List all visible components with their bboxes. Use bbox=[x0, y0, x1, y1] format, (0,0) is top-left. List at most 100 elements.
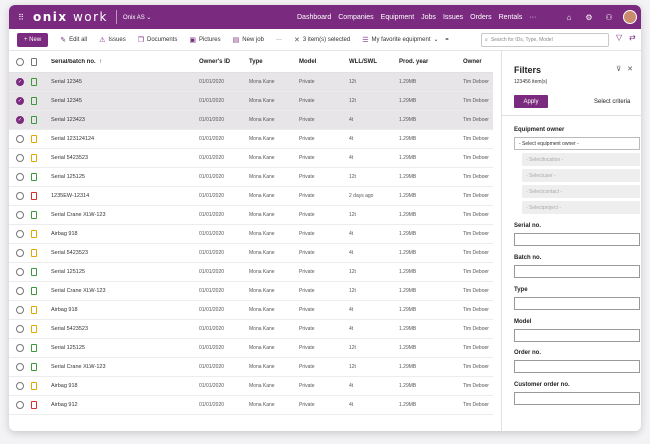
document-status-icon[interactable] bbox=[31, 230, 51, 238]
edit-all-button[interactable]: ✎ Edit all bbox=[60, 36, 87, 44]
cell-serial[interactable]: Serial 12345 bbox=[51, 79, 199, 85]
row-checkbox[interactable] bbox=[9, 401, 31, 409]
cell-serial[interactable]: Serial 125125 bbox=[51, 174, 199, 180]
documents-button[interactable]: ❐ Documents bbox=[138, 36, 178, 44]
pictures-button[interactable]: ▣ Pictures bbox=[189, 36, 220, 44]
serial-no-input[interactable] bbox=[514, 233, 640, 246]
table-row[interactable]: Serial 5423523 01/01/2020 Mona Kane Private… bbox=[9, 149, 493, 168]
company-switcher[interactable]: Onix AS ⌄ bbox=[123, 14, 151, 21]
table-row[interactable]: ✓ Serial 12345 01/01/2020 Mona Kane Private 1… bbox=[9, 73, 493, 92]
document-status-icon[interactable] bbox=[31, 287, 51, 295]
equipment-owner-select[interactable]: - Select equipment owner - bbox=[514, 137, 640, 150]
document-status-icon[interactable] bbox=[31, 78, 51, 86]
table-row[interactable]: Airbag 918 01/01/2020 Mona Kane Private 4t 1.… bbox=[9, 377, 493, 396]
document-status-icon[interactable] bbox=[31, 135, 51, 143]
onix-work-logo[interactable]: onix work bbox=[33, 10, 108, 24]
table-row[interactable]: 1235EW-12314 01/01/2020 Mona Kane Private 2 … bbox=[9, 187, 493, 206]
nav-equipment[interactable]: Equipment bbox=[381, 14, 414, 21]
customer-order-no-input[interactable] bbox=[514, 392, 640, 405]
header-owner[interactable]: Owner bbox=[463, 59, 493, 65]
cell-serial[interactable]: Airbag 918 bbox=[51, 383, 199, 389]
document-status-icon[interactable] bbox=[31, 173, 51, 181]
table-row[interactable]: Serial 125125 01/01/2020 Mona Kane Private 1… bbox=[9, 339, 493, 358]
users-icon[interactable]: ⚇ bbox=[599, 13, 619, 22]
header-prod-year[interactable]: Prod. year bbox=[399, 59, 463, 65]
row-checkbox[interactable] bbox=[9, 382, 31, 390]
row-checkbox[interactable] bbox=[9, 173, 31, 181]
header-serial[interactable]: Serial/batch no. ↑ bbox=[51, 59, 199, 65]
cell-serial[interactable]: Serial 5423523 bbox=[51, 250, 199, 256]
document-status-icon[interactable] bbox=[31, 306, 51, 314]
cell-serial[interactable]: Serial Crane XLW-123 bbox=[51, 288, 199, 294]
cell-serial[interactable]: Serial 5423523 bbox=[51, 155, 199, 161]
table-row[interactable]: Serial 125125 01/01/2020 Mona Kane Private 1… bbox=[9, 263, 493, 282]
nav-companies[interactable]: Companies bbox=[338, 14, 373, 21]
document-status-icon[interactable] bbox=[31, 249, 51, 257]
document-status-icon[interactable] bbox=[31, 154, 51, 162]
header-owner-id[interactable]: Owner's ID bbox=[199, 59, 249, 65]
cell-serial[interactable]: Serial 5423523 bbox=[51, 326, 199, 332]
cell-serial[interactable]: Serial Crane XLW-123 bbox=[51, 212, 199, 218]
type-input[interactable] bbox=[514, 297, 640, 310]
table-row[interactable]: ✓ Serial 12345 01/01/2020 Mona Kane Private 1… bbox=[9, 92, 493, 111]
document-status-icon[interactable] bbox=[31, 116, 51, 124]
cell-serial[interactable]: 1235EW-12314 bbox=[51, 193, 199, 199]
order-no-input[interactable] bbox=[514, 360, 640, 373]
document-status-icon[interactable] bbox=[31, 97, 51, 105]
selection-info[interactable]: ✕ 3 item(s) selected bbox=[294, 36, 350, 44]
row-checkbox[interactable]: ✓ bbox=[9, 116, 31, 124]
table-row[interactable]: Airbag 918 01/01/2020 Mona Kane Private 4t 1.… bbox=[9, 301, 493, 320]
row-checkbox[interactable] bbox=[9, 249, 31, 257]
document-status-icon[interactable] bbox=[31, 382, 51, 390]
clear-filter-icon[interactable]: ⊽ bbox=[616, 66, 621, 73]
table-row[interactable]: Serial Crane XLW-123 01/01/2020 Mona Kane P… bbox=[9, 282, 493, 301]
apply-button[interactable]: Apply bbox=[514, 95, 548, 108]
table-row[interactable]: Serial Crane XLW-123 01/01/2020 Mona Kane P… bbox=[9, 358, 493, 377]
nav-dashboard[interactable]: Dashboard bbox=[297, 14, 331, 21]
document-status-icon[interactable] bbox=[31, 192, 51, 200]
row-checkbox[interactable] bbox=[9, 363, 31, 371]
row-checkbox[interactable] bbox=[9, 154, 31, 162]
table-row[interactable]: Airbag 918 01/01/2020 Mona Kane Private 4t 1.… bbox=[9, 225, 493, 244]
new-job-button[interactable]: ▤ New job bbox=[233, 36, 264, 44]
row-checkbox[interactable]: ✓ bbox=[9, 78, 31, 86]
row-checkbox[interactable] bbox=[9, 211, 31, 219]
document-status-icon[interactable] bbox=[31, 363, 51, 371]
app-launcher-icon[interactable]: ⠿ bbox=[13, 13, 29, 22]
cell-serial[interactable]: Airbag 912 bbox=[51, 402, 199, 408]
document-status-icon[interactable] bbox=[31, 211, 51, 219]
document-status-icon[interactable] bbox=[31, 401, 51, 409]
row-checkbox[interactable] bbox=[9, 287, 31, 295]
row-checkbox[interactable] bbox=[9, 192, 31, 200]
row-checkbox[interactable] bbox=[9, 135, 31, 143]
view-selector[interactable]: ☰ My favorite equipment ⌄ ⚭ bbox=[362, 36, 449, 44]
table-row[interactable]: Serial 5423523 01/01/2020 Mona Kane Private… bbox=[9, 244, 493, 263]
document-status-icon[interactable] bbox=[31, 325, 51, 333]
select-all-checkbox[interactable] bbox=[9, 57, 31, 66]
cell-serial[interactable]: Serial 125125 bbox=[51, 269, 199, 275]
table-row[interactable]: Serial 125125 01/01/2020 Mona Kane Private 1… bbox=[9, 168, 493, 187]
gear-icon[interactable]: ⚙ bbox=[579, 13, 599, 22]
document-status-icon[interactable] bbox=[31, 268, 51, 276]
row-checkbox[interactable] bbox=[9, 325, 31, 333]
cell-serial[interactable]: Airbag 918 bbox=[51, 231, 199, 237]
table-row[interactable]: ✓ Serial 123423 01/01/2020 Mona Kane Private… bbox=[9, 111, 493, 130]
batch-no-input[interactable] bbox=[514, 265, 640, 278]
table-row[interactable]: Serial 123124124 01/01/2020 Mona Kane Priva… bbox=[9, 130, 493, 149]
close-icon[interactable]: ✕ bbox=[627, 66, 633, 73]
cell-serial[interactable]: Airbag 918 bbox=[51, 307, 199, 313]
nav-jobs[interactable]: Jobs bbox=[421, 14, 436, 21]
header-type[interactable]: Type bbox=[249, 59, 299, 65]
row-checkbox[interactable] bbox=[9, 268, 31, 276]
cell-serial[interactable]: Serial 123423 bbox=[51, 117, 199, 123]
model-input[interactable] bbox=[514, 329, 640, 342]
row-checkbox[interactable] bbox=[9, 306, 31, 314]
swap-icon[interactable]: ⇄ bbox=[629, 33, 636, 42]
link-icon[interactable]: ⚭ bbox=[445, 36, 450, 43]
header-model[interactable]: Model bbox=[299, 59, 349, 65]
cell-serial[interactable]: Serial 12345 bbox=[51, 98, 199, 104]
cell-serial[interactable]: Serial 125125 bbox=[51, 345, 199, 351]
new-button[interactable]: + New bbox=[17, 32, 49, 47]
table-row[interactable]: Serial Crane XLW-123 01/01/2020 Mona Kane P… bbox=[9, 206, 493, 225]
header-wll[interactable]: WLL/SWL bbox=[349, 59, 399, 65]
